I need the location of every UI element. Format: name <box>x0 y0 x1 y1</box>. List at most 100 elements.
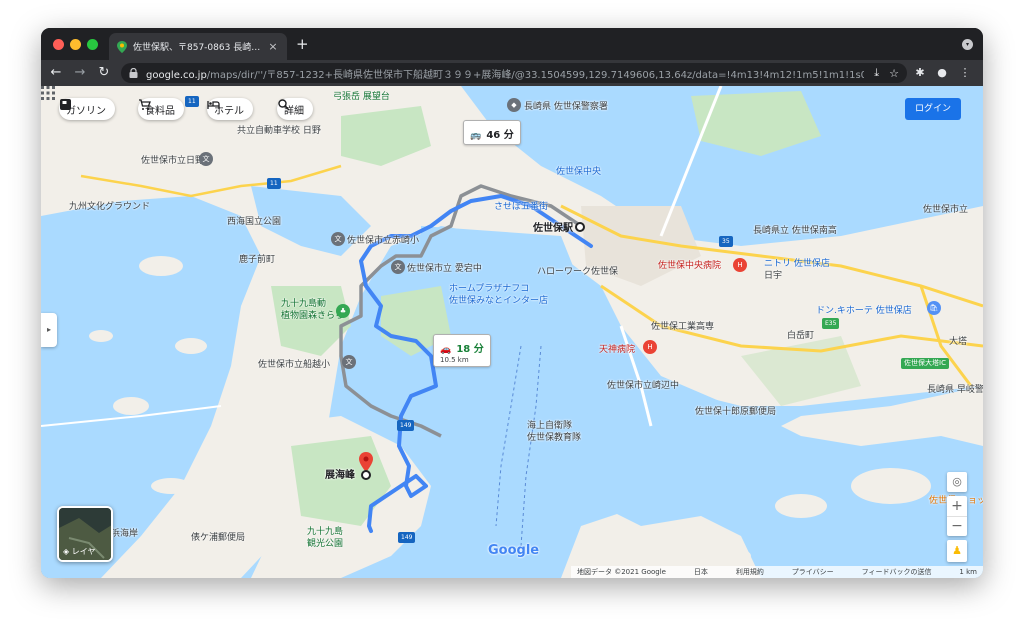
place-kankou[interactable]: 九十九島 観光公園 <box>307 526 343 550</box>
road-shield-149-b: 149 <box>398 532 416 543</box>
close-window-button[interactable] <box>53 39 64 50</box>
zoom-window-button[interactable] <box>87 39 98 50</box>
road-shield-35: 35 <box>719 236 733 247</box>
school-icon-4[interactable]: 文 <box>342 355 356 369</box>
school-icon-2[interactable]: 文 <box>331 232 345 246</box>
place-hayaki[interactable]: 長崎県 早岐警察 <box>927 382 983 395</box>
place-tenjin[interactable]: 天神病院 <box>599 342 635 355</box>
place-jiro: 白岳町 <box>787 331 815 341</box>
back-icon[interactable]: ← <box>47 64 65 82</box>
transit-route-bubble[interactable]: 🚌 46 分 <box>463 120 521 145</box>
chip-groceries[interactable]: 食料品 <box>138 98 184 120</box>
address-bar[interactable]: google.co.jp/maps/dir/''/〒857-1232+長崎県佐世… <box>121 63 907 83</box>
footer-privacy[interactable]: プライバシー <box>792 567 834 577</box>
place-hario[interactable]: 佐世保市立崎辺中 <box>607 378 679 391</box>
title-bar: 佐世保駅、〒857-0863 長崎県佐 × + ▾ <box>41 28 983 60</box>
tab-search-icon[interactable]: ▾ <box>962 39 973 50</box>
footer-country[interactable]: 日本 <box>694 567 708 577</box>
forward-icon[interactable]: → <box>71 64 89 82</box>
install-icon[interactable]: ⤓ <box>874 66 879 80</box>
police-icon[interactable]: ◆ <box>507 98 521 112</box>
place-chuo-hosp[interactable]: 佐世保中央病院 <box>658 258 721 271</box>
place-kujuku-zoo[interactable]: 九十九島動 植物園森きらら <box>281 298 344 322</box>
place-homeplaza[interactable]: ホームプラザナフコ 佐世保みなとインター店 <box>449 283 548 307</box>
footer-feedback[interactable]: フィードバックの送信 <box>862 567 932 577</box>
transit-time: 46 分 <box>486 130 514 141</box>
origin-label[interactable]: 佐世保駅 <box>533 219 573 234</box>
place-hiu[interactable]: 日宇 <box>764 268 782 281</box>
search-icon <box>278 99 290 111</box>
place-aitaki[interactable]: 佐世保市立 愛宕中 <box>407 261 482 274</box>
road-shield-11: 11 <box>267 178 281 189</box>
place-gotenbu[interactable]: 弓張岳 展望台 <box>333 89 390 102</box>
menu-icon[interactable]: ⋮ <box>956 64 974 82</box>
google-logo-text: Google <box>488 543 540 558</box>
zoom-in-button[interactable]: + <box>947 496 967 516</box>
layers-button[interactable]: ◈ レイヤ <box>57 506 113 562</box>
school-icon[interactable]: 文 <box>199 152 213 166</box>
google-logo: Google <box>488 543 539 558</box>
minimize-window-button[interactable] <box>70 39 81 50</box>
place-sakebura-post[interactable]: 俵ケ浦郵便局 <box>191 530 245 543</box>
bookmark-star-icon[interactable]: ☆ <box>889 67 899 80</box>
place-gobangai[interactable]: させぼ五番街 <box>494 199 548 212</box>
chip-gas-label: ガソリン <box>66 105 106 117</box>
chip-hotel[interactable]: ホテル <box>207 98 253 120</box>
bed-icon <box>207 101 220 109</box>
place-post-jujin[interactable]: 佐世保十郎原郵便局 <box>695 404 776 417</box>
place-hamakai[interactable]: 浜海岸 <box>111 526 138 539</box>
place-minamikoko[interactable]: 長崎県立 佐世保南高 <box>753 223 837 236</box>
maps-favicon-icon <box>117 40 127 53</box>
url-host: google.co.jp <box>146 69 207 81</box>
zoo-icon[interactable]: ♣ <box>336 304 350 318</box>
place-police[interactable]: 長崎県 佐世保警察署 <box>524 99 608 112</box>
login-button[interactable]: ログイン <box>905 98 961 120</box>
place-naka[interactable]: 佐世保中央 <box>556 164 601 177</box>
chip-more[interactable]: 詳細 <box>277 98 313 120</box>
car-icon: 🚗 <box>440 345 452 355</box>
bus-icon: 🚌 <box>470 131 482 141</box>
browser-toolbar: ← → ↻ google.co.jp/maps/dir/''/〒857-1232… <box>41 60 983 86</box>
tab-maps[interactable]: 佐世保駅、〒857-0863 長崎県佐 × <box>109 33 287 60</box>
zoom-out-button[interactable]: − <box>947 516 967 536</box>
shopping-icon[interactable]: 🛍 <box>927 301 941 315</box>
place-akasaki[interactable]: 佐世保市立赤崎小 <box>347 233 419 246</box>
extensions-icon[interactable]: ✱ <box>911 64 929 82</box>
place-jsdf[interactable]: 海上自衛隊 佐世保教育隊 <box>527 420 581 444</box>
apps-grid-icon[interactable] <box>41 86 55 100</box>
destination-pin-icon[interactable] <box>359 452 373 472</box>
chip-gas[interactable]: ガソリン <box>59 98 115 120</box>
school-icon-3[interactable]: 文 <box>391 260 405 274</box>
side-panel-toggle[interactable]: ▸ <box>41 313 57 347</box>
origin-marker-icon[interactable] <box>575 222 585 232</box>
my-location-icon[interactable]: ◎ <box>947 472 967 492</box>
profile-icon[interactable]: ● <box>933 64 951 82</box>
lock-icon <box>129 68 138 78</box>
road-shield-11-b: 11 <box>185 96 199 107</box>
browser-window: 佐世保駅、〒857-0863 長崎県佐 × + ▾ ← → ↻ google.c… <box>41 28 983 578</box>
footer-terms[interactable]: 利用規約 <box>736 567 764 577</box>
tab-close-icon[interactable]: × <box>267 40 279 53</box>
new-tab-button[interactable]: + <box>296 36 309 52</box>
map-canvas[interactable]: ガソリン 食料品 ホテル 詳細 ログイン 🚌 46 分 🚗 18 分 10.5 … <box>41 86 983 578</box>
destination-label[interactable]: 展海峰 <box>325 466 355 481</box>
ic-shield[interactable]: 佐世保大塔IC <box>901 358 949 369</box>
reload-icon[interactable]: ↻ <box>95 64 113 82</box>
place-kyoritsu[interactable]: 共立自動車学校 日野 <box>237 123 321 136</box>
drive-route-bubble[interactable]: 🚗 18 分 10.5 km <box>433 334 491 367</box>
place-donki[interactable]: ドン.キホーテ 佐世保店 <box>816 303 912 316</box>
url-path: /maps/dir/''/〒857-1232+長崎県佐世保市下船越町３９９+展海… <box>206 69 865 81</box>
hospital-icon[interactable]: H <box>733 258 747 272</box>
hospital-icon-2[interactable]: H <box>643 340 657 354</box>
footer-scale[interactable]: 1 km <box>959 568 977 576</box>
place-daito[interactable]: 大塔 <box>949 334 967 347</box>
place-saikai-park[interactable]: 西海国立公園 <box>227 214 281 227</box>
place-kyushu-ground[interactable]: 九州文化グラウンド <box>69 199 150 212</box>
place-sasebo-muni[interactable]: 佐世保市立 <box>923 202 968 215</box>
place-funakoshi[interactable]: 佐世保市立船越小 <box>258 357 330 370</box>
shopping-cart-icon <box>139 99 151 110</box>
place-hellowork[interactable]: ハローワーク佐世保 <box>537 264 618 277</box>
layers-stack-icon: ◈ <box>63 547 70 556</box>
pegman-icon[interactable]: ♟ <box>947 540 967 562</box>
place-kogyo[interactable]: 佐世保工業高専 <box>651 319 714 332</box>
